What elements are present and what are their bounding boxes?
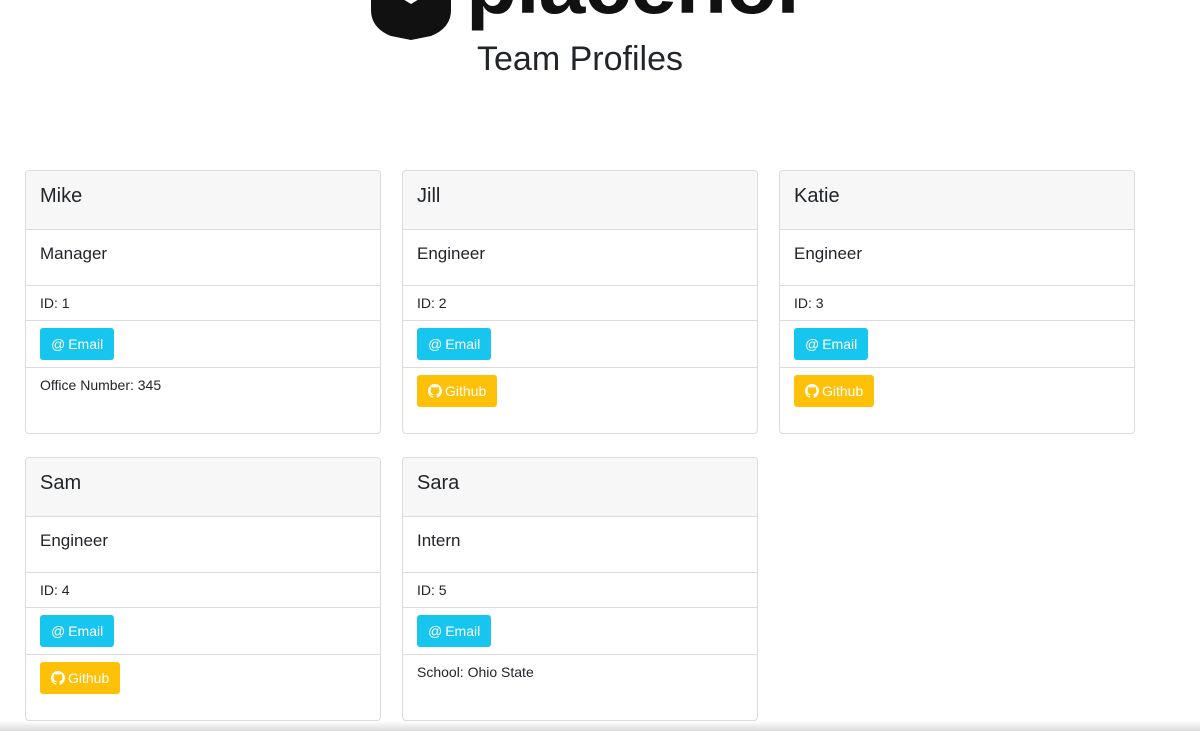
at-sign-icon: @ bbox=[805, 336, 820, 352]
card-id: ID: 4 bbox=[26, 573, 380, 608]
github-button-label: Github bbox=[445, 383, 487, 399]
github-button[interactable]: Github bbox=[417, 375, 498, 407]
profile-card: Mike Manager ID: 1 @ Email Office Number:… bbox=[25, 170, 381, 434]
card-id: ID: 2 bbox=[403, 286, 757, 321]
card-id: ID: 1 bbox=[26, 286, 380, 321]
card-github-row: Github bbox=[26, 655, 380, 694]
card-email-row: @ Email bbox=[26, 321, 380, 368]
at-sign-icon: @ bbox=[428, 623, 443, 639]
github-icon bbox=[428, 384, 442, 398]
card-email-row: @ Email bbox=[403, 608, 757, 655]
card-github-row: Github bbox=[780, 368, 1134, 407]
email-button-label: Email bbox=[445, 336, 481, 352]
profile-card: Katie Engineer ID: 3 @ Email Github bbox=[779, 170, 1135, 434]
card-github-row: Github bbox=[403, 368, 757, 407]
email-button[interactable]: @ Email bbox=[417, 328, 492, 360]
at-sign-icon: @ bbox=[51, 336, 66, 352]
logo: placeholder bbox=[366, 0, 796, 40]
card-role: Engineer bbox=[780, 230, 1134, 286]
card-name: Mike bbox=[26, 171, 380, 230]
github-button[interactable]: Github bbox=[794, 375, 875, 407]
email-button-label: Email bbox=[68, 623, 104, 639]
school-info: School: Ohio State bbox=[417, 664, 534, 680]
github-button[interactable]: Github bbox=[40, 662, 121, 694]
logo-wordmark: placeholder bbox=[466, 0, 796, 33]
profile-card: Jill Engineer ID: 2 @ Email Github bbox=[402, 170, 758, 434]
email-button-label: Email bbox=[445, 623, 481, 639]
card-name: Katie bbox=[780, 171, 1134, 230]
window-bottom-edge bbox=[0, 721, 1200, 731]
card-email-row: @ Email bbox=[26, 608, 380, 655]
email-button-label: Email bbox=[822, 336, 858, 352]
email-button[interactable]: @ Email bbox=[417, 615, 492, 647]
card-role: Intern bbox=[403, 517, 757, 573]
github-icon bbox=[51, 671, 65, 685]
email-button-label: Email bbox=[68, 336, 104, 352]
card-id: ID: 3 bbox=[780, 286, 1134, 321]
email-button[interactable]: @ Email bbox=[794, 328, 869, 360]
profile-card: Sam Engineer ID: 4 @ Email Github bbox=[25, 457, 381, 721]
card-email-row: @ Email bbox=[780, 321, 1134, 368]
page-header: placeholder Team Profiles bbox=[0, 0, 1160, 100]
card-name: Sam bbox=[26, 458, 380, 517]
email-button[interactable]: @ Email bbox=[40, 328, 115, 360]
card-email-row: @ Email bbox=[403, 321, 757, 368]
card-name: Jill bbox=[403, 171, 757, 230]
profile-card: Sara Intern ID: 5 @ Email School: Ohio St… bbox=[402, 457, 758, 721]
office-number: Office Number: 345 bbox=[40, 377, 162, 393]
at-sign-icon: @ bbox=[428, 336, 443, 352]
page-title: Team Profiles bbox=[477, 40, 683, 78]
card-name: Sara bbox=[403, 458, 757, 517]
github-icon bbox=[805, 384, 819, 398]
placeholder-logo-icon bbox=[371, 0, 451, 40]
email-button[interactable]: @ Email bbox=[40, 615, 115, 647]
github-button-label: Github bbox=[68, 670, 110, 686]
card-role: Manager bbox=[26, 230, 380, 286]
card-id: ID: 5 bbox=[403, 573, 757, 608]
card-role: Engineer bbox=[403, 230, 757, 286]
at-sign-icon: @ bbox=[51, 623, 66, 639]
github-button-label: Github bbox=[822, 383, 864, 399]
card-role: Engineer bbox=[26, 517, 380, 573]
